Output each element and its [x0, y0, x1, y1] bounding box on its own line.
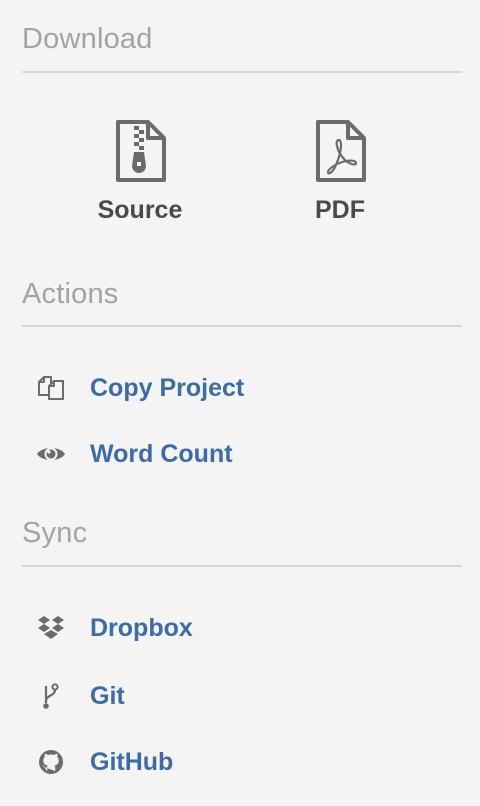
github-label: GitHub	[90, 747, 174, 776]
pdf-file-icon	[316, 120, 366, 182]
copy-project-label: Copy Project	[90, 373, 245, 402]
actions-divider	[22, 325, 462, 327]
word-count-link[interactable]: Word Count	[34, 434, 233, 474]
download-source-label: Source	[97, 196, 183, 224]
git-link[interactable]: Git	[34, 676, 125, 716]
sync-section-title: Sync	[22, 517, 88, 549]
git-label: Git	[90, 681, 125, 710]
github-icon	[34, 747, 68, 777]
download-divider	[22, 71, 462, 73]
download-options: Source PDF	[22, 118, 462, 238]
left-menu-panel: Download Source PDF Actions Copy Project…	[0, 0, 480, 806]
copy-icon	[34, 373, 68, 403]
download-source-button[interactable]: Source	[40, 118, 240, 225]
github-link[interactable]: GitHub	[34, 742, 173, 782]
download-pdf-button[interactable]: PDF	[240, 118, 440, 225]
dropbox-icon	[34, 613, 68, 643]
git-branch-icon	[34, 681, 68, 711]
download-section-title: Download	[22, 23, 153, 55]
actions-section-title: Actions	[22, 278, 119, 310]
word-count-label: Word Count	[90, 439, 233, 468]
download-pdf-label: PDF	[315, 196, 365, 224]
dropbox-label: Dropbox	[90, 613, 193, 642]
zip-file-icon	[116, 120, 166, 182]
eye-icon	[34, 439, 68, 469]
copy-project-link[interactable]: Copy Project	[34, 368, 244, 408]
sync-divider	[22, 565, 462, 567]
dropbox-link[interactable]: Dropbox	[34, 608, 193, 648]
